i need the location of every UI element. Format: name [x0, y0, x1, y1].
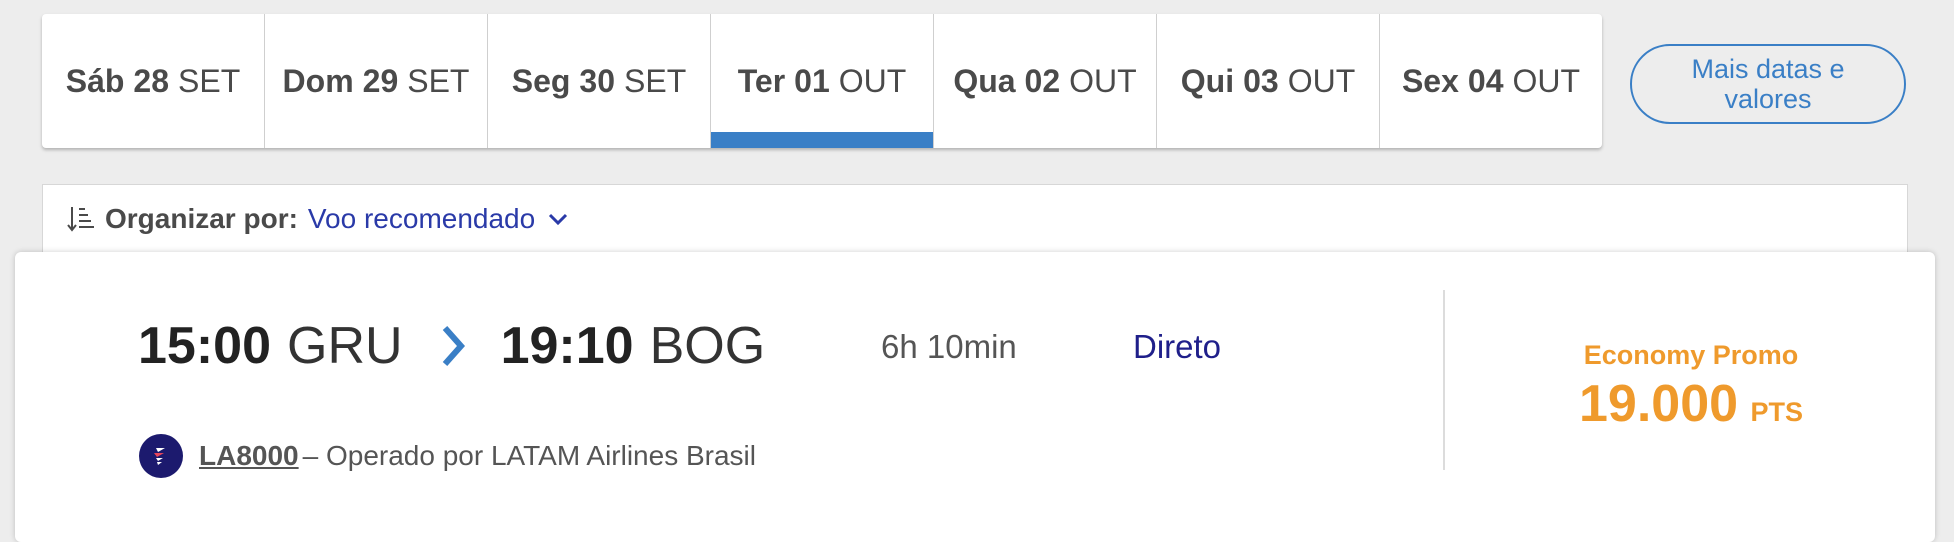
- date-tab-month: OUT: [1512, 62, 1581, 99]
- date-tab-weekday: Seg: [511, 62, 571, 99]
- operator-info: LA8000 – Operado por LATAM Airlines Bras…: [139, 434, 756, 478]
- flight-times: 15:00 GRU 19:10 BOG: [138, 316, 765, 376]
- date-tab-weekday: Qui: [1180, 62, 1235, 99]
- card-divider: [1443, 290, 1445, 470]
- fare-class: Economy Promo: [1583, 340, 1799, 370]
- date-tab[interactable]: Sáb 28 SET: [42, 14, 265, 148]
- date-tab[interactable]: Seg 30 SET: [488, 14, 711, 148]
- airline-logo-icon: [139, 434, 183, 478]
- departure-airport: GRU: [287, 317, 403, 375]
- operated-by: – Operado por LATAM Airlines Brasil: [302, 440, 756, 471]
- date-selector: Sáb 28 SET Dom 29 SET Seg 30 SET Ter 01 …: [42, 14, 1602, 148]
- chevron-down-icon: [549, 213, 568, 226]
- date-tab-weekday: Qua: [953, 62, 1016, 99]
- more-dates-button[interactable]: Mais datas e valores: [1630, 44, 1906, 124]
- fare-block[interactable]: Economy Promo 19.000 PTS: [1447, 340, 1935, 434]
- date-tab-weekday: Sáb: [65, 62, 125, 99]
- sort-label: Organizar por:: [105, 203, 298, 234]
- date-tab-month: SET: [407, 62, 470, 99]
- date-tab-month: SET: [178, 62, 241, 99]
- sort-icon: [67, 207, 94, 232]
- date-tab-day: 03: [1243, 62, 1279, 99]
- chevron-right-icon: [442, 326, 465, 366]
- departure-time: 15:00: [138, 317, 271, 375]
- date-tab-weekday: Dom: [282, 62, 354, 99]
- price-amount: 19.000: [1578, 375, 1739, 433]
- date-tab-month: SET: [624, 62, 687, 99]
- arrival-time: 19:10: [500, 317, 634, 375]
- date-tab-selected[interactable]: Ter 01 OUT: [711, 14, 934, 148]
- arrival-airport: BOG: [649, 317, 766, 375]
- flight-stops: Direto: [1133, 328, 1222, 365]
- flight-card[interactable]: 15:00 GRU 19:10 BOG 6h 10min Direto Econ…: [15, 252, 1935, 542]
- sort-dropdown[interactable]: Voo recomendado: [308, 203, 569, 235]
- date-tab-day: 29: [362, 62, 399, 99]
- date-tab-day: 04: [1467, 62, 1504, 99]
- date-tab-weekday: Sex: [1401, 62, 1459, 99]
- latam-logo-icon: [154, 448, 165, 465]
- sort-value-label: Voo recomendado: [307, 203, 536, 234]
- date-tab[interactable]: Dom 29 SET: [265, 14, 488, 148]
- date-tab-month: OUT: [1287, 62, 1356, 99]
- date-tab-day: 30: [579, 62, 616, 99]
- date-tab[interactable]: Sex 04 OUT: [1380, 14, 1602, 148]
- date-tab-weekday: Ter: [737, 62, 786, 99]
- date-tab-day: 28: [133, 62, 170, 99]
- date-tab-month: OUT: [1069, 62, 1137, 99]
- selected-indicator: [711, 132, 933, 148]
- fare-price: 19.000 PTS: [1447, 374, 1935, 434]
- date-tab-day: 02: [1024, 62, 1061, 99]
- date-tab[interactable]: Qua 02 OUT: [934, 14, 1157, 148]
- flight-duration: 6h 10min: [881, 328, 1017, 365]
- date-tab[interactable]: Qui 03 OUT: [1157, 14, 1380, 148]
- flight-number-link[interactable]: LA8000: [199, 440, 299, 472]
- date-tab-month: OUT: [838, 62, 907, 99]
- price-unit: PTS: [1750, 397, 1803, 427]
- date-tab-day: 01: [794, 62, 830, 99]
